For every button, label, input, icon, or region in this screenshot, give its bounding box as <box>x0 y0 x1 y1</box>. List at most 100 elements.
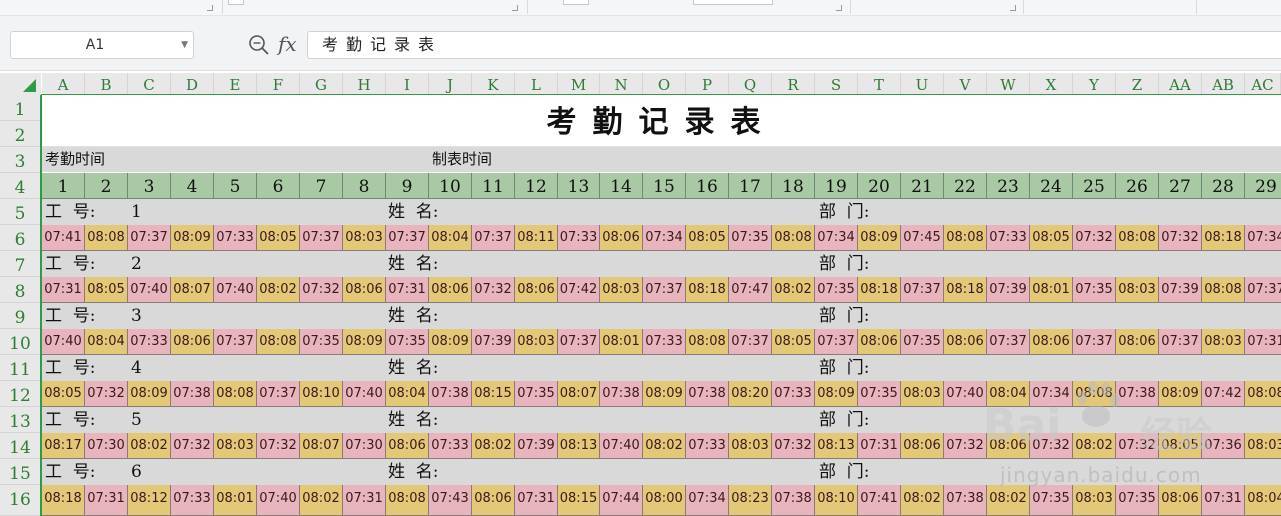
time-cell[interactable]: 08:05 <box>772 329 815 355</box>
day-header-cell[interactable]: 4 <box>171 173 214 199</box>
time-cell[interactable]: 07:38 <box>772 485 815 516</box>
function-icon[interactable]: fx <box>278 30 297 58</box>
time-cell[interactable]: 07:38 <box>944 485 987 516</box>
time-cell[interactable]: 07:37 <box>1159 329 1202 355</box>
time-cell[interactable]: 08:01 <box>1030 277 1073 303</box>
row-header-16[interactable]: 16 <box>0 485 40 516</box>
time-cell[interactable]: 08:18 <box>1202 225 1245 251</box>
time-cell[interactable]: 08:20 <box>729 381 772 407</box>
time-cell[interactable]: 07:31 <box>515 485 558 516</box>
column-header-C[interactable]: C <box>128 73 171 95</box>
time-cell[interactable]: 08:09 <box>643 381 686 407</box>
time-cell[interactable]: 07:37 <box>214 329 257 355</box>
time-cell[interactable]: 08:23 <box>729 485 772 516</box>
time-cell[interactable]: 07:37 <box>987 329 1030 355</box>
time-cell[interactable]: 08:08 <box>1116 225 1159 251</box>
time-cell[interactable]: 07:35 <box>1073 277 1116 303</box>
time-cell[interactable]: 08:09 <box>171 225 214 251</box>
time-cell[interactable]: 08:12 <box>128 485 171 516</box>
time-cell[interactable]: 08:06 <box>386 433 429 459</box>
column-header-G[interactable]: G <box>300 73 343 95</box>
time-cell[interactable]: 08:05 <box>686 225 729 251</box>
time-cell[interactable]: 07:38 <box>429 381 472 407</box>
time-cell[interactable]: 07:40 <box>214 277 257 303</box>
time-cell[interactable]: 08:00 <box>643 485 686 516</box>
time-cell[interactable]: 07:34 <box>643 225 686 251</box>
column-header-S[interactable]: S <box>815 73 858 95</box>
time-cell[interactable]: 07:30 <box>343 433 386 459</box>
time-cell[interactable]: 07:35 <box>815 277 858 303</box>
time-cell[interactable]: 08:08 <box>214 381 257 407</box>
time-cell[interactable]: 07:34 <box>1245 225 1281 251</box>
time-cell[interactable]: 07:37 <box>1073 329 1116 355</box>
time-cell[interactable]: 08:03 <box>1202 329 1245 355</box>
day-header-cell[interactable]: 11 <box>472 173 515 199</box>
row-header-6[interactable]: 6 <box>0 225 40 251</box>
row-header-7[interactable]: 7 <box>0 251 40 277</box>
employee-info-row[interactable]: 工 号: 3 姓 名: 部 门: <box>42 303 1281 329</box>
time-cell[interactable]: 07:35 <box>386 329 429 355</box>
time-cell[interactable]: 07:35 <box>515 381 558 407</box>
time-cell[interactable]: 07:41 <box>42 225 85 251</box>
time-cell[interactable]: 07:38 <box>600 381 643 407</box>
time-cell[interactable]: 07:31 <box>1202 485 1245 516</box>
time-cell[interactable]: 07:33 <box>171 485 214 516</box>
employee-times-row[interactable]: 07:41 08:08 07:37 08:09 07:33 08:05 07:37 08:03… <box>42 225 1281 251</box>
time-cell[interactable]: 07:37 <box>128 225 171 251</box>
column-header-AC[interactable]: AC <box>1245 73 1281 95</box>
time-cell[interactable]: 08:09 <box>1159 381 1202 407</box>
time-cell[interactable]: 07:33 <box>558 225 600 251</box>
time-cell[interactable]: 08:06 <box>1159 485 1202 516</box>
time-cell[interactable]: 08:04 <box>386 381 429 407</box>
time-cell[interactable]: 08:02 <box>128 433 171 459</box>
time-cell[interactable]: 07:40 <box>600 433 643 459</box>
column-header-A[interactable]: A <box>42 73 85 95</box>
time-cell[interactable]: 07:44 <box>600 485 643 516</box>
row-header-12[interactable]: 12 <box>0 381 40 407</box>
time-cell[interactable]: 07:40 <box>257 485 300 516</box>
row-header-9[interactable]: 9 <box>0 303 40 329</box>
column-header-I[interactable]: I <box>386 73 429 95</box>
row-header-8[interactable]: 8 <box>0 277 40 303</box>
column-header-N[interactable]: N <box>600 73 643 95</box>
day-header-cell[interactable]: 3 <box>128 173 171 199</box>
day-header-cell[interactable]: 21 <box>901 173 944 199</box>
time-cell[interactable]: 07:39 <box>987 277 1030 303</box>
row-header-5[interactable]: 5 <box>0 199 40 225</box>
time-cell[interactable]: 08:08 <box>85 225 128 251</box>
time-cell[interactable]: 07:34 <box>686 485 729 516</box>
time-cell[interactable]: 08:02 <box>257 277 300 303</box>
time-cell[interactable]: 08:04 <box>85 329 128 355</box>
ribbon-group-expand-icon[interactable] <box>836 5 842 11</box>
time-cell[interactable]: 08:09 <box>128 381 171 407</box>
time-cell[interactable]: 08:03 <box>1073 485 1116 516</box>
time-cell[interactable]: 07:31 <box>42 277 85 303</box>
time-cell[interactable]: 07:32 <box>85 381 128 407</box>
time-cell[interactable]: 08:18 <box>858 277 901 303</box>
time-cell[interactable]: 07:39 <box>472 329 515 355</box>
day-header-cell[interactable]: 23 <box>987 173 1030 199</box>
column-header-E[interactable]: E <box>214 73 257 95</box>
time-cell[interactable]: 07:32 <box>944 433 987 459</box>
time-cell[interactable]: 07:31 <box>386 277 429 303</box>
time-cell[interactable]: 07:42 <box>1202 381 1245 407</box>
time-cell[interactable]: 07:35 <box>729 225 772 251</box>
time-cell[interactable]: 08:05 <box>42 381 85 407</box>
day-header-cell[interactable]: 12 <box>515 173 558 199</box>
time-cell[interactable]: 08:04 <box>429 225 472 251</box>
time-cell[interactable]: 07:38 <box>171 381 214 407</box>
column-header-V[interactable]: V <box>944 73 987 95</box>
column-header-P[interactable]: P <box>686 73 729 95</box>
time-cell[interactable]: 08:02 <box>901 485 944 516</box>
ribbon-group-expand-icon[interactable] <box>1010 5 1016 11</box>
employee-times-row[interactable]: 08:17 07:30 08:02 07:32 08:03 07:32 08:07 07:30… <box>42 433 1281 459</box>
day-header-cell[interactable]: 27 <box>1159 173 1202 199</box>
column-header-AB[interactable]: AB <box>1202 73 1245 95</box>
time-cell[interactable]: 07:40 <box>128 277 171 303</box>
spreadsheet-grid[interactable]: A B C D E F G H I J K L M N O P Q R S T U V W X Y Z AA AB AC 1234567… <box>0 71 1281 516</box>
time-cell[interactable]: 08:02 <box>472 433 515 459</box>
day-header-cell[interactable]: 16 <box>686 173 729 199</box>
column-header-O[interactable]: O <box>643 73 686 95</box>
day-header-cell[interactable]: 7 <box>300 173 343 199</box>
time-cell[interactable]: 08:04 <box>1245 485 1281 516</box>
